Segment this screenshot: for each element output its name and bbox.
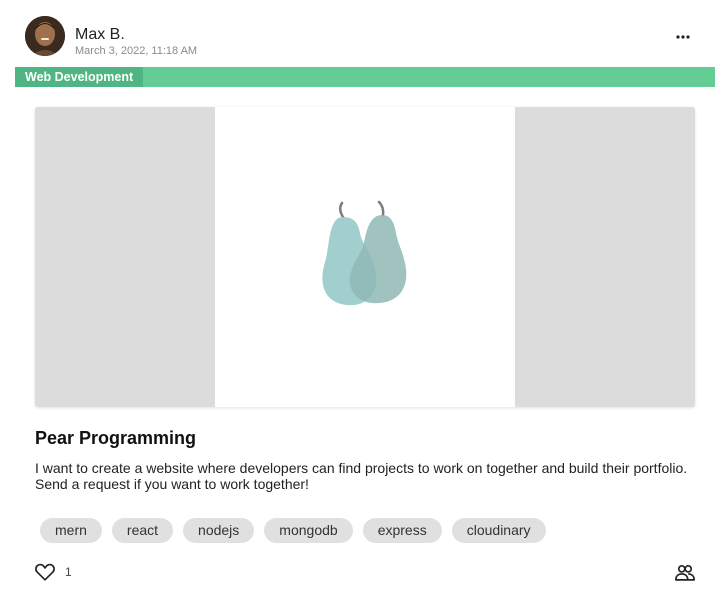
- tag-chip[interactable]: mern: [40, 518, 102, 543]
- tag-chip[interactable]: mongodb: [264, 518, 353, 543]
- tag-chip[interactable]: react: [111, 518, 174, 543]
- tag-chip[interactable]: cloudinary: [451, 518, 546, 543]
- members-button[interactable]: [674, 562, 696, 584]
- more-options-button[interactable]: [671, 28, 695, 46]
- post-image: [215, 107, 515, 407]
- tag-list: mern react nodejs mongodb express cloudi…: [40, 518, 546, 543]
- people-icon: [675, 565, 695, 581]
- like-count: 1: [65, 565, 72, 579]
- post-description: I want to create a website where develop…: [35, 460, 688, 492]
- post-card: Max B. March 3, 2022, 11:18 AM Web Devel…: [0, 0, 728, 607]
- like-button[interactable]: [34, 561, 56, 583]
- heart-outline-icon: [35, 563, 55, 581]
- post-timestamp: March 3, 2022, 11:18 AM: [75, 45, 198, 57]
- post-footer: 1: [34, 560, 696, 586]
- avatar-image: [25, 16, 65, 56]
- tag-chip[interactable]: nodejs: [183, 518, 255, 543]
- tag-chip[interactable]: express: [362, 518, 442, 543]
- author-name[interactable]: Max B.: [75, 26, 125, 44]
- more-horizontal-icon: [676, 35, 690, 39]
- category-bar: Web Development: [15, 67, 715, 87]
- post-title: Pear Programming: [35, 428, 197, 448]
- pear-logo-icon: [322, 200, 407, 306]
- avatar[interactable]: [25, 16, 65, 56]
- post-header: Max B. March 3, 2022, 11:18 AM: [25, 16, 705, 60]
- post-media[interactable]: [35, 107, 695, 407]
- category-label[interactable]: Web Development: [15, 67, 144, 87]
